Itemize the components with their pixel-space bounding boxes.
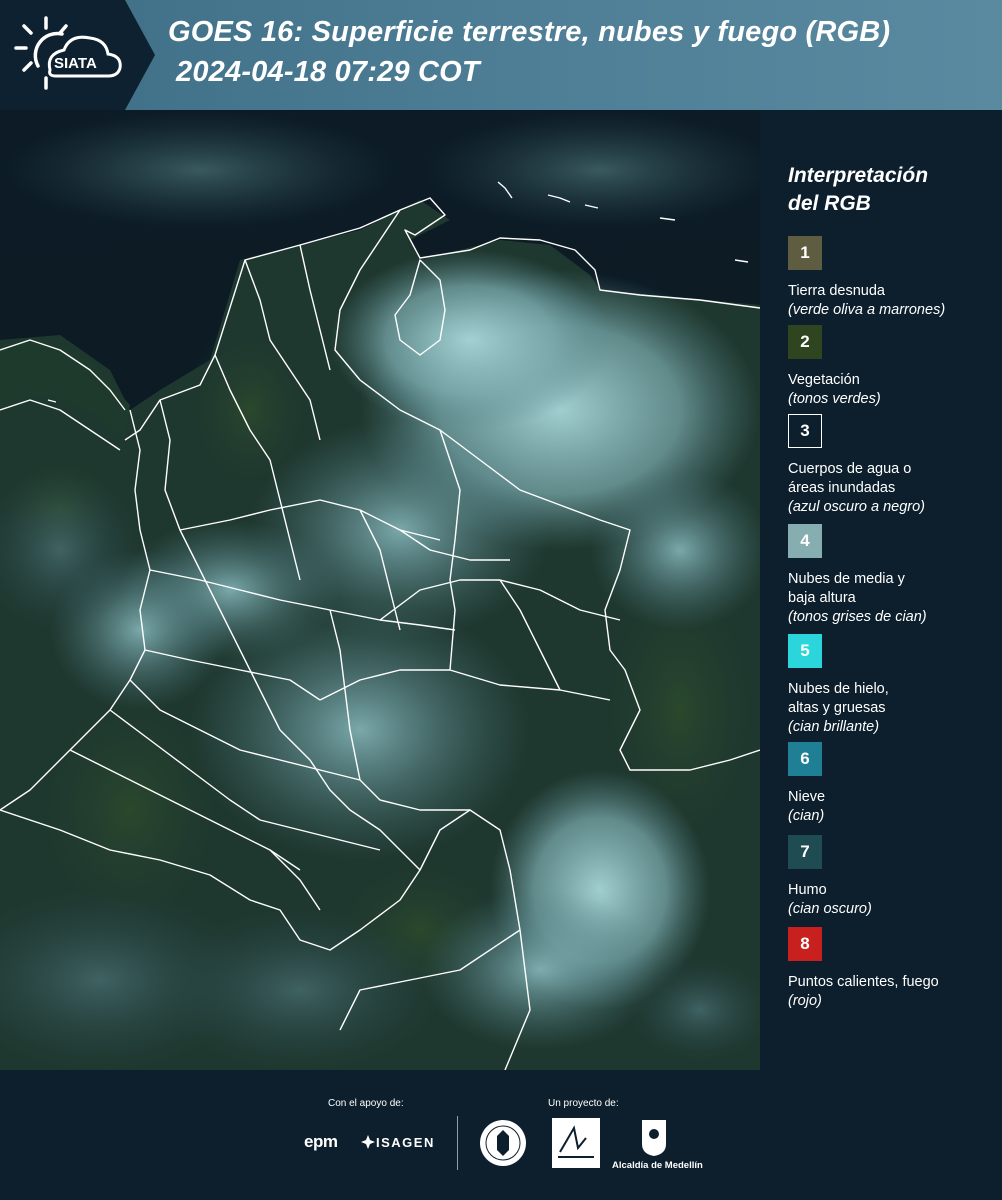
alcaldia-shield-icon <box>642 1120 666 1156</box>
logo-panel: SIATA <box>0 0 155 110</box>
legend-item-sub: (verde oliva a marrones) <box>788 302 946 318</box>
legend-item-low-clouds: 4 Nubes de media y baja altura (tonos gr… <box>788 524 998 634</box>
legend-item-label: áreas inundadas <box>788 480 896 496</box>
epm-logo: epm <box>304 1132 338 1151</box>
legend-title-line2: del RGB <box>788 192 871 215</box>
legend-item-sub: (cian oscuro) <box>788 901 872 917</box>
isagen-logo-icon <box>361 1135 375 1149</box>
legend-swatch: 1 <box>788 236 822 270</box>
timestamp: 2024-04-18 07:29 COT <box>176 56 480 88</box>
legend-swatch: 8 <box>788 927 822 961</box>
legend-title: Interpretación del RGB <box>788 162 998 218</box>
legend-item-fire: 8 Puntos calientes, fuego (rojo) <box>788 927 998 1016</box>
satellite-map[interactable] <box>0 110 760 1070</box>
legend-item-label: Humo <box>788 882 827 898</box>
isagen-logo: ISAGEN <box>376 1135 435 1150</box>
legend-item-label: Cuerpos de agua o <box>788 461 912 477</box>
legend-panel: Interpretación del RGB 1 Tierra desnuda … <box>788 162 998 1016</box>
support-caption: Con el apoyo de: <box>328 1098 404 1109</box>
legend-item-label: Nubes de media y <box>788 571 905 587</box>
legend-item-ice-clouds: 5 Nubes de hielo, altas y gruesas (cian … <box>788 634 998 742</box>
legend-item-sub: (tonos verdes) <box>788 391 881 407</box>
map-canvas <box>0 110 760 1070</box>
legend-item-vegetation: 2 Vegetación (tonos verdes) <box>788 325 998 414</box>
legend-item-label: Tierra desnuda <box>788 283 885 299</box>
legend-swatch: 2 <box>788 325 822 359</box>
legend-item-label: Puntos calientes, fuego <box>788 974 939 990</box>
header-bar: SIATA GOES 16: Superficie terrestre, nub… <box>0 0 1002 110</box>
legend-item-snow: 6 Nieve (cian) <box>788 742 998 835</box>
legend-item-water: 3 Cuerpos de agua o áreas inundadas (azu… <box>788 414 998 524</box>
legend-item-sub: (cian brillante) <box>788 719 880 735</box>
legend-item-sub: (azul oscuro a negro) <box>788 499 926 515</box>
project-caption: Un proyecto de: <box>548 1098 619 1109</box>
legend-swatch: 7 <box>788 835 822 869</box>
page-title: GOES 16: Superficie terrestre, nubes y f… <box>168 16 891 48</box>
legend-item-sub: (tonos grises de cian) <box>788 609 927 625</box>
legend-item-label: Nubes de hielo, <box>788 681 889 697</box>
footer: Con el apoyo de: Un proyecto de: epm ISA… <box>0 1070 1002 1200</box>
footer-divider <box>457 1116 458 1170</box>
legend-item-bare-soil: 1 Tierra desnuda (verde oliva a marrones… <box>788 236 998 325</box>
university-seal-icon <box>480 1120 526 1166</box>
legend-item-label: Nieve <box>788 789 826 805</box>
legend-title-line1: Interpretación <box>788 164 929 187</box>
legend-swatch: 6 <box>788 742 822 776</box>
legend-swatch: 3 <box>788 414 822 448</box>
legend-swatch: 4 <box>788 524 822 558</box>
legend-item-sub: (cian) <box>788 808 825 824</box>
legend-item-smoke: 7 Humo (cian oscuro) <box>788 835 998 927</box>
legend-item-label: altas y gruesas <box>788 700 886 716</box>
alcaldia-label: Alcaldía de Medellín <box>612 1160 703 1171</box>
legend-swatch: 5 <box>788 634 822 668</box>
legend-item-sub: (rojo) <box>788 993 822 1009</box>
logo-text: SIATA <box>54 55 97 72</box>
legend-item-label: baja altura <box>788 590 856 606</box>
area-metropolitana-logo-icon <box>552 1118 600 1168</box>
siata-logo-icon: SIATA <box>14 16 122 90</box>
legend-item-label: Vegetación <box>788 372 860 388</box>
